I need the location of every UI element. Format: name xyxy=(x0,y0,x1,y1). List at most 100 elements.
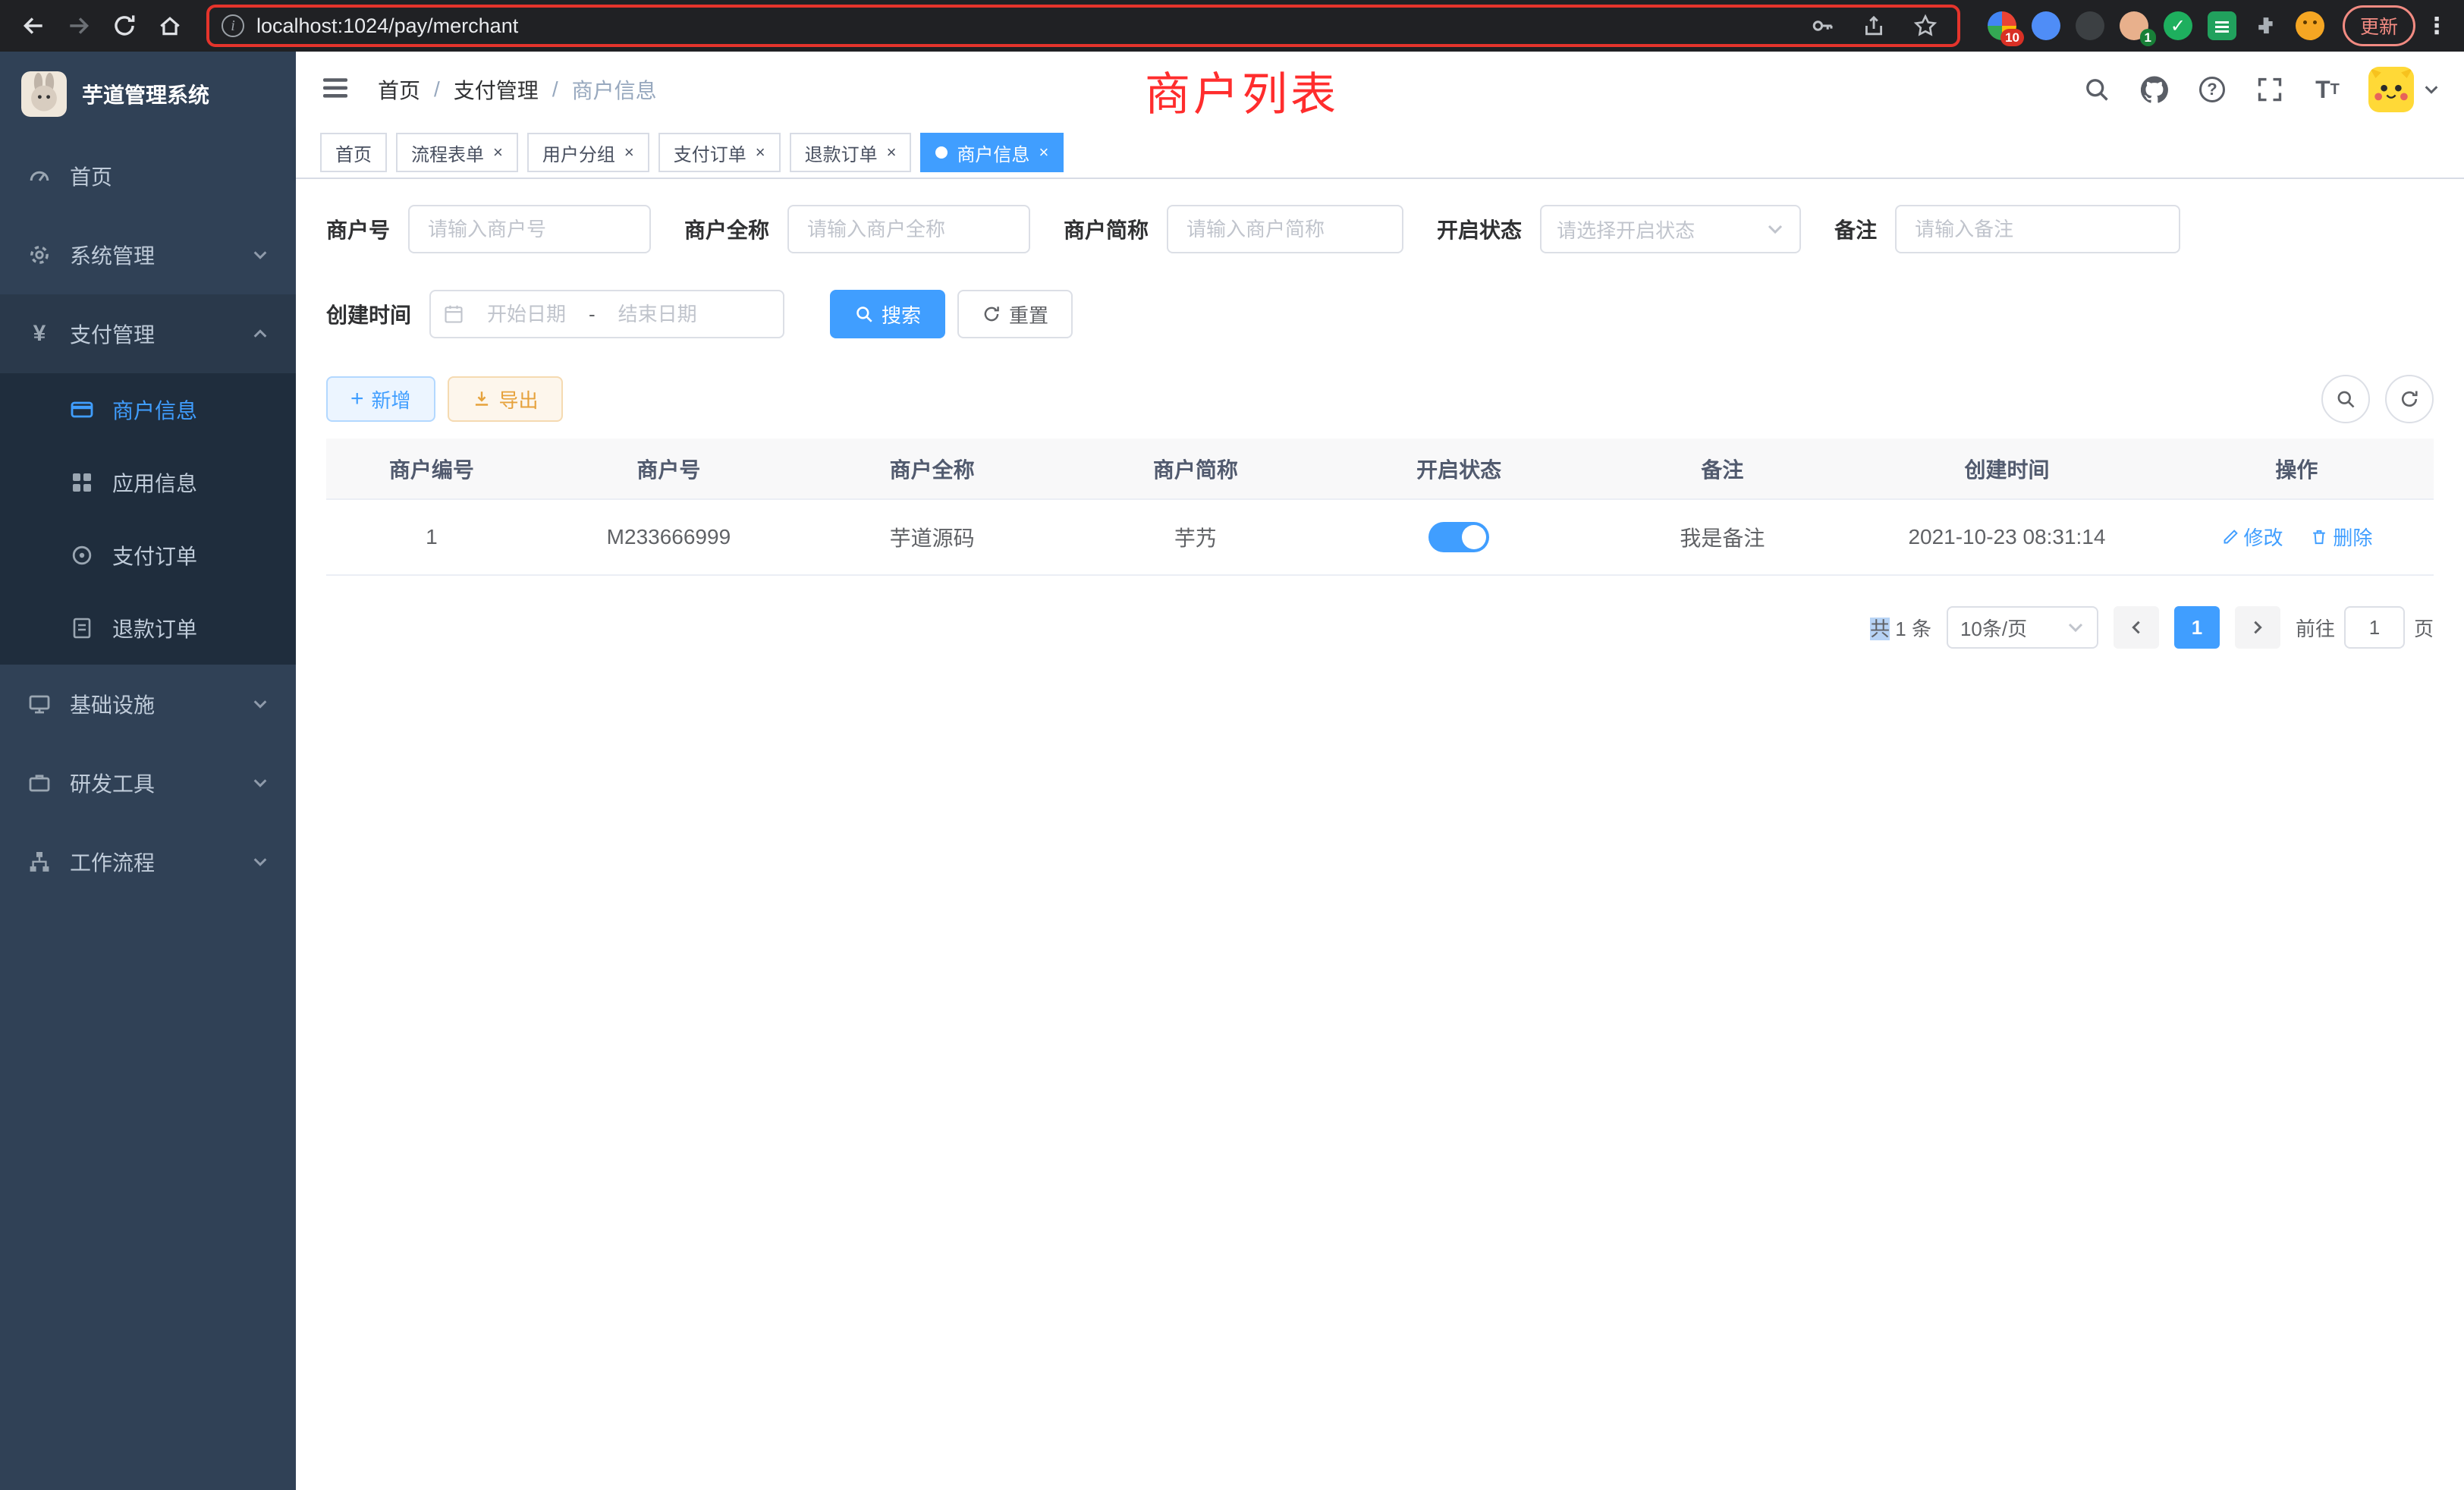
chevron-right-icon xyxy=(2249,619,2266,636)
help-icon[interactable]: ? xyxy=(2195,73,2229,106)
page-number-button[interactable]: 1 xyxy=(2174,606,2220,649)
chevron-up-icon xyxy=(252,325,269,342)
monitor-icon xyxy=(27,692,52,716)
fullscreen-icon[interactable] xyxy=(2253,73,2286,106)
hamburger-icon[interactable] xyxy=(320,73,354,106)
tab-process-form[interactable]: 流程表单 × xyxy=(396,133,518,172)
export-button[interactable]: 导出 xyxy=(448,376,563,422)
extension-pin-icon[interactable] xyxy=(2032,11,2060,40)
plus-icon: + xyxy=(350,388,364,410)
sidebar-item-infrastructure[interactable]: 基础设施 xyxy=(0,665,296,743)
remark-input[interactable] xyxy=(1895,205,2180,253)
prev-page-button[interactable] xyxy=(2114,606,2159,649)
add-button[interactable]: + 新增 xyxy=(326,376,435,422)
status-toggle[interactable] xyxy=(1428,522,1489,552)
url-text: localhost:1024/pay/merchant xyxy=(256,14,1790,38)
search-icon[interactable] xyxy=(2080,73,2114,106)
reload-button[interactable] xyxy=(103,5,146,47)
create-time-range-picker[interactable]: - xyxy=(429,290,784,338)
close-icon[interactable]: × xyxy=(624,144,634,161)
extension-smiley-icon[interactable] xyxy=(2296,11,2324,40)
tab-refund-orders[interactable]: 退款订单 × xyxy=(790,133,912,172)
github-icon[interactable] xyxy=(2138,73,2171,106)
trash-icon xyxy=(2310,528,2328,546)
chevron-down-icon xyxy=(252,775,269,791)
search-button[interactable]: 搜索 xyxy=(830,290,945,338)
document-icon xyxy=(70,616,94,640)
breadcrumb-payment[interactable]: 支付管理 xyxy=(454,74,539,105)
right-toolbar xyxy=(2321,375,2434,423)
top-navbar: 首页 / 支付管理 / 商户信息 ? xyxy=(296,52,2464,127)
page-size-value: 10条/页 xyxy=(1960,614,2027,642)
close-icon[interactable]: × xyxy=(1039,144,1048,161)
extension-notes-icon[interactable] xyxy=(2208,11,2236,40)
sidebar-item-payment[interactable]: ¥ 支付管理 xyxy=(0,294,296,373)
date-end-input[interactable] xyxy=(602,303,714,326)
close-icon[interactable]: × xyxy=(493,144,503,161)
dashboard-icon xyxy=(27,164,52,188)
next-page-button[interactable] xyxy=(2235,606,2280,649)
refresh-icon xyxy=(982,304,1001,324)
status-select[interactable]: 请选择开启状态 xyxy=(1540,205,1801,253)
sidebar-item-dev-tools[interactable]: 研发工具 xyxy=(0,743,296,822)
user-avatar[interactable] xyxy=(2368,67,2440,112)
filter-merchant-short: 商户简称 xyxy=(1064,205,1403,253)
extension-check-icon[interactable]: ✓ xyxy=(2164,11,2192,40)
home-button[interactable] xyxy=(149,5,191,47)
breadcrumb: 首页 / 支付管理 / 商户信息 xyxy=(378,74,657,105)
extension-palette-icon[interactable]: 10 xyxy=(1988,11,2016,40)
sidebar-item-label: 支付订单 xyxy=(112,540,197,571)
tab-merchant-info[interactable]: 商户信息 × xyxy=(920,133,1064,172)
close-icon[interactable]: × xyxy=(756,144,765,161)
browser-update-button[interactable]: 更新 xyxy=(2343,5,2415,46)
sidebar-item-system[interactable]: 系统管理 xyxy=(0,215,296,294)
breadcrumb-home[interactable]: 首页 xyxy=(378,74,420,105)
tab-pay-orders[interactable]: 支付订单 × xyxy=(658,133,781,172)
tab-user-group[interactable]: 用户分组 × xyxy=(527,133,649,172)
chevron-down-icon xyxy=(252,853,269,870)
sidebar-item-merchant-info[interactable]: 商户信息 xyxy=(0,373,296,446)
tab-home[interactable]: 首页 xyxy=(320,133,387,172)
goto-page-input[interactable] xyxy=(2344,606,2405,649)
close-icon[interactable]: × xyxy=(887,144,897,161)
filter-label: 商户全称 xyxy=(684,214,787,244)
site-info-icon[interactable]: i xyxy=(222,14,244,37)
browser-menu-icon[interactable]: ⋮ xyxy=(2422,13,2452,39)
col-merchant-no: 商户号 xyxy=(537,439,800,499)
sidebar-item-home[interactable]: 首页 xyxy=(0,137,296,215)
forward-button[interactable] xyxy=(58,5,100,47)
sidebar-item-label: 应用信息 xyxy=(112,467,197,498)
cell-remark: 我是备注 xyxy=(1591,499,1854,575)
filter-row-2: 创建时间 - 搜索 重置 xyxy=(326,290,2434,338)
cell-merchant-no: M233666999 xyxy=(537,499,800,575)
app-logo[interactable]: 芋道管理系统 xyxy=(0,52,296,137)
merchant-name-input[interactable] xyxy=(787,205,1030,253)
browser-chrome: i localhost:1024/pay/merchant 10 1 ✓ xyxy=(0,0,2464,52)
delete-link[interactable]: 删除 xyxy=(2310,523,2372,551)
page-size-select[interactable]: 10条/页 xyxy=(1947,606,2098,649)
merchant-short-input[interactable] xyxy=(1167,205,1403,253)
extension-badge: 1 xyxy=(2140,29,2156,46)
edit-link[interactable]: 修改 xyxy=(2221,523,2283,551)
merchant-no-input[interactable] xyxy=(408,205,651,253)
font-size-icon[interactable]: TT xyxy=(2311,73,2344,106)
extensions-puzzle-icon[interactable] xyxy=(2252,11,2280,40)
sidebar-item-app-info[interactable]: 应用信息 xyxy=(0,446,296,519)
sidebar-item-refund-orders[interactable]: 退款订单 xyxy=(0,592,296,665)
filter-label: 开启状态 xyxy=(1437,214,1540,244)
share-icon[interactable] xyxy=(1854,8,1894,44)
extension-avatar-icon[interactable]: 1 xyxy=(2120,11,2148,40)
bookmark-star-icon[interactable] xyxy=(1906,8,1945,44)
total-suffix: 条 xyxy=(1912,618,1931,640)
refresh-table-button[interactable] xyxy=(2385,375,2434,423)
back-button[interactable] xyxy=(12,5,55,47)
date-start-input[interactable] xyxy=(470,303,583,326)
reset-button[interactable]: 重置 xyxy=(957,290,1073,338)
password-key-icon[interactable] xyxy=(1802,8,1842,44)
sidebar: 芋道管理系统 首页 系统管理 ¥ 支付管理 xyxy=(0,52,296,1490)
address-bar[interactable]: i localhost:1024/pay/merchant xyxy=(206,5,1960,47)
extension-dark-icon[interactable] xyxy=(2076,11,2104,40)
sidebar-item-pay-orders[interactable]: 支付订单 xyxy=(0,519,296,592)
toggle-search-button[interactable] xyxy=(2321,375,2370,423)
sidebar-item-workflow[interactable]: 工作流程 xyxy=(0,822,296,901)
